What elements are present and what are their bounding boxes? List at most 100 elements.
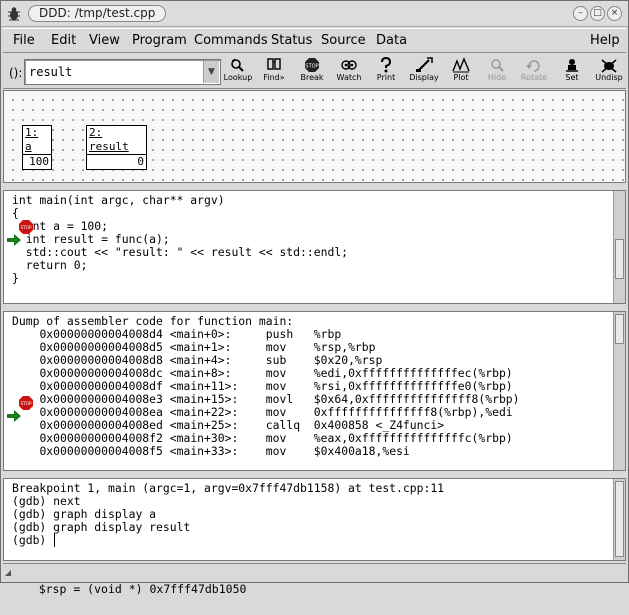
rotate-label: Rotate — [520, 73, 548, 82]
argument-field[interactable] — [27, 63, 205, 81]
machine-code-window[interactable]: Dump of assembler code for function main… — [3, 311, 626, 471]
assembler-row[interactable]: 0x00000000004008d8 <main+4>: sub $0x20,%… — [39, 353, 382, 367]
close-button[interactable]: × — [607, 6, 622, 21]
assembler-row[interactable]: 0x00000000004008df <main+11>: mov %rsi,0… — [39, 379, 512, 393]
assembler-addr: 0x00000000004008ed — [39, 418, 170, 432]
menu-bar: File Edit View Program Commands Status S… — [3, 28, 626, 53]
scrollbar-thumb[interactable] — [615, 314, 624, 344]
console-line: (gdb) graph display a — [12, 507, 157, 521]
argument-label: (): — [9, 66, 23, 80]
data-display-title: 2: result — [87, 126, 146, 155]
source-window[interactable]: int main(int argc, char** argv) { int a … — [3, 190, 626, 304]
assembler-args: %rbp — [313, 327, 342, 341]
data-display-result[interactable]: 2: result 0 — [86, 125, 147, 170]
console-line: Breakpoint 1, main (argc=1, argv=0x7fff4… — [12, 481, 445, 495]
status-bar: $rsp = (void *) 0x7fff47db1050 — [3, 563, 626, 596]
break-button[interactable]: STOP Break — [294, 57, 330, 87]
pane-sash[interactable] — [3, 304, 626, 311]
console-prompt[interactable]: (gdb) — [12, 533, 53, 547]
assembler-op: movl — [265, 392, 314, 406]
menu-data[interactable]: Data — [376, 33, 407, 48]
set-button[interactable]: Set — [554, 57, 590, 87]
svg-text:STOP: STOP — [20, 225, 32, 230]
status-text: $rsp = (void *) 0x7fff47db1050 — [38, 582, 247, 596]
menu-file[interactable]: File — [13, 33, 35, 48]
assembler-scrollbar[interactable] — [613, 312, 625, 470]
menu-view[interactable]: View — [89, 33, 120, 48]
lookup-button[interactable]: Lookup — [220, 57, 256, 87]
set-icon — [566, 59, 578, 72]
assembler-addr: 0x00000000004008e3 — [39, 392, 170, 406]
watch-button[interactable]: Watch — [331, 57, 367, 87]
menu-program[interactable]: Program — [132, 33, 187, 48]
assembler-addr: 0x00000000004008ea — [39, 405, 170, 419]
assembler-addr: 0x00000000004008d4 — [39, 327, 170, 341]
assembler-row[interactable]: 0x00000000004008d5 <main+1>: mov %rsp,%r… — [39, 340, 375, 354]
execution-arrow-icon — [7, 234, 21, 246]
print-label: Print — [376, 73, 396, 82]
assembler-row[interactable]: 0x00000000004008f2 <main+30>: mov %eax,0… — [39, 431, 512, 445]
status-indicator-icon — [5, 570, 11, 576]
find-button[interactable]: Find» — [256, 57, 292, 87]
assembler-off: <main+33>: — [169, 444, 266, 458]
data-display-a[interactable]: 1: a 100 — [22, 125, 52, 170]
gdb-console[interactable]: Breakpoint 1, main (argc=1, argv=0x7fff4… — [3, 478, 626, 561]
menu-commands[interactable]: Commands — [194, 33, 268, 48]
breakpoint-stop-icon[interactable]: STOP — [19, 396, 33, 410]
chevron-down-icon[interactable]: ▼ — [203, 61, 219, 83]
bug-icon[interactable] — [5, 5, 23, 23]
hide-label: Hide — [487, 73, 507, 82]
minimize-button[interactable]: – — [573, 6, 588, 21]
assembler-op: mov — [265, 431, 314, 445]
pane-sash[interactable] — [3, 183, 626, 190]
menu-edit[interactable]: Edit — [51, 33, 76, 48]
rotate-button[interactable]: Rotate — [516, 57, 552, 87]
console-output: Breakpoint 1, main (argc=1, argv=0x7fff4… — [12, 482, 444, 547]
undisp-label: Undisp — [595, 73, 623, 82]
assembler-row[interactable]: 0x00000000004008f5 <main+33>: mov $0x400… — [39, 444, 409, 458]
console-scrollbar[interactable] — [613, 479, 625, 560]
assembler-row[interactable]: 0x00000000004008ed <main+25>: callq 0x40… — [39, 418, 444, 432]
title-bar[interactable]: DDD: /tmp/test.cpp – □ × — [1, 1, 628, 27]
print-button[interactable]: Print — [368, 57, 404, 87]
assembler-row[interactable]: 0x00000000004008ea <main+22>: mov 0xffff… — [39, 405, 512, 419]
argument-combobox[interactable]: ▼ — [24, 59, 221, 85]
assembler-args: %eax,0xfffffffffffffffc(%rbp) — [313, 431, 513, 445]
find-icon — [267, 58, 281, 70]
data-display-value: 100 — [29, 155, 49, 168]
hide-button[interactable]: Hide — [479, 57, 515, 87]
console-line: (gdb) graph display result — [12, 520, 191, 534]
assembler-off: <main+11>: — [169, 379, 266, 393]
menu-help[interactable]: Help — [590, 33, 620, 48]
menu-source[interactable]: Source — [321, 33, 366, 48]
source-line: { — [12, 206, 19, 220]
undisp-icon — [601, 59, 617, 73]
assembler-op: mov — [265, 444, 314, 458]
stop-sign-icon: STOP — [305, 58, 319, 72]
find-label: Find» — [263, 73, 285, 82]
svg-text:STOP: STOP — [305, 64, 318, 70]
assembler-args: %rsp,%rbp — [313, 340, 376, 354]
display-button[interactable]: Display — [406, 57, 442, 87]
pane-sash[interactable] — [3, 471, 626, 478]
source-line: int main(int argc, char** argv) — [12, 193, 225, 207]
assembler-off: <main+0>: — [169, 327, 266, 341]
assembler-header: Dump of assembler code for function main… — [12, 314, 294, 328]
scrollbar-thumb[interactable] — [615, 239, 624, 279]
menu-status[interactable]: Status — [271, 33, 312, 48]
assembler-op: mov — [265, 405, 314, 419]
assembler-row[interactable]: 0x00000000004008e3 <main+15>: movl $0x64… — [39, 392, 519, 406]
data-window[interactable]: 1: a 100 2: result 0 — [3, 90, 626, 183]
assembler-row[interactable]: 0x00000000004008dc <main+8>: mov %edi,0x… — [39, 366, 512, 380]
plot-icon — [452, 57, 470, 73]
plot-button[interactable]: Plot — [443, 57, 479, 87]
source-scrollbar[interactable] — [613, 191, 625, 303]
breakpoint-stop-icon[interactable]: STOP — [19, 220, 33, 234]
assembler-row[interactable]: 0x00000000004008d4 <main+0>: push %rbp — [39, 327, 341, 341]
ddd-window: DDD: /tmp/test.cpp – □ × File Edit View … — [0, 0, 629, 596]
scrollbar-thumb[interactable] — [615, 481, 624, 557]
undisp-button[interactable]: Undisp — [591, 57, 627, 87]
svg-text:STOP: STOP — [20, 401, 32, 406]
maximize-button[interactable]: □ — [590, 6, 605, 21]
assembler-args: 0x400858 <_Z4funci> — [313, 418, 445, 432]
